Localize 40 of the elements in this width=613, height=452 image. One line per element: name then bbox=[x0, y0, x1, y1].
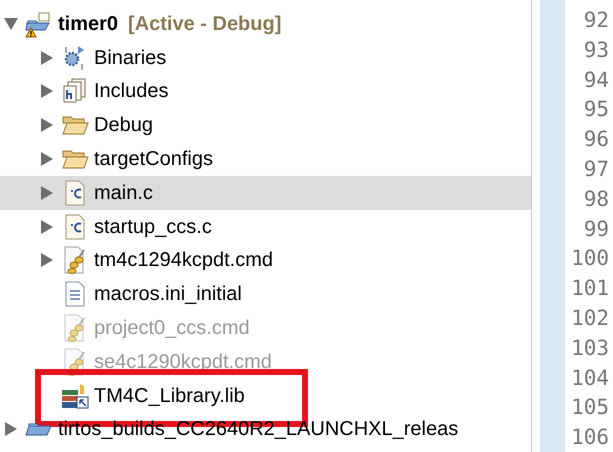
line-number: 98 bbox=[584, 186, 609, 213]
line-number: 104 bbox=[571, 364, 609, 392]
line-number: 101 bbox=[571, 275, 609, 302]
line-number: 105 bbox=[571, 394, 609, 422]
tree-item-label[interactable]: timer0 bbox=[58, 8, 118, 39]
expand-arrow-icon[interactable] bbox=[40, 83, 54, 100]
tree-item-label[interactable]: Debug bbox=[94, 110, 153, 140]
line-number: 103 bbox=[571, 334, 609, 362]
tree-item-label[interactable]: Includes bbox=[94, 76, 168, 106]
tree-item-label[interactable]: main.c bbox=[94, 178, 153, 208]
tree-item-label[interactable]: targetConfigs bbox=[94, 144, 213, 174]
line-number: 93 bbox=[584, 36, 609, 64]
expand-arrow-icon[interactable] bbox=[40, 50, 54, 66]
line-number: 96 bbox=[584, 126, 609, 154]
line-number: 100 bbox=[571, 245, 609, 272]
text-file-icon bbox=[64, 280, 86, 308]
line-number: 106 bbox=[571, 424, 609, 452]
collapse-arrow-icon[interactable] bbox=[3, 16, 19, 31]
expand-arrow-icon[interactable] bbox=[40, 218, 54, 235]
expand-arrow-icon[interactable] bbox=[40, 151, 54, 168]
tree-item-label[interactable]: Binaries bbox=[94, 42, 166, 73]
tree-item-label[interactable]: TM4C_Library.lib bbox=[94, 380, 245, 411]
expand-arrow-icon[interactable] bbox=[40, 184, 54, 201]
line-number: 92 bbox=[584, 7, 609, 34]
tree-item-label[interactable]: tm4c1294kcpdt.cmd bbox=[94, 245, 273, 276]
library-icon bbox=[60, 382, 90, 410]
expand-arrow-icon[interactable] bbox=[4, 421, 18, 438]
tree-item-label[interactable]: startup_ccs.c bbox=[94, 212, 212, 242]
c-file-icon bbox=[63, 212, 87, 241]
line-number: 102 bbox=[571, 304, 609, 332]
c-file-icon bbox=[63, 178, 87, 207]
line-number: 94 bbox=[584, 66, 609, 94]
selected-row[interactable]: main.c bbox=[0, 176, 531, 210]
line-number: 95 bbox=[584, 96, 609, 124]
project-status-label: [Active - Debug] bbox=[128, 12, 282, 37]
line-number: 97 bbox=[584, 156, 609, 183]
expand-arrow-icon[interactable] bbox=[40, 252, 54, 268]
line-number: 99 bbox=[584, 216, 609, 243]
tree-item-label[interactable]: macros.ini_initial bbox=[94, 279, 242, 310]
expand-arrow-icon[interactable] bbox=[40, 117, 54, 134]
